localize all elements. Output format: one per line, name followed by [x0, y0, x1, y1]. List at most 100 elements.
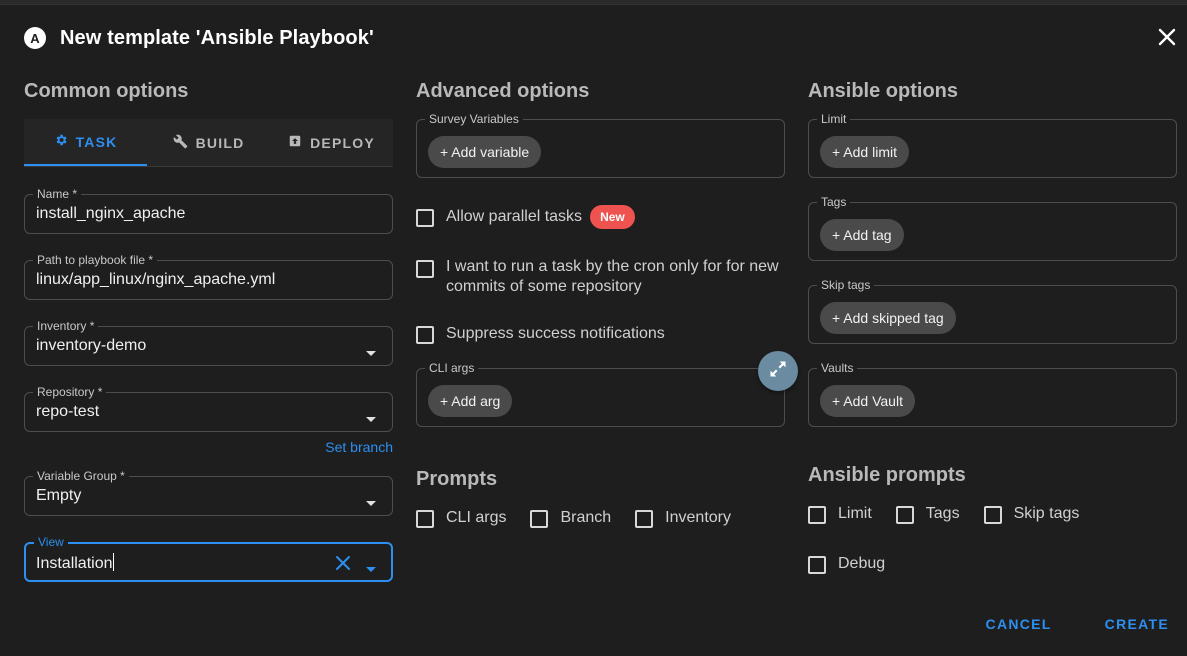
name-field-label: Name *: [33, 188, 82, 200]
cron-commits-label: I want to run a task by the cron only fo…: [446, 258, 779, 295]
prompt-cli-args-label: CLI args: [446, 509, 507, 526]
create-button[interactable]: CREATE: [1095, 606, 1179, 642]
view-value: Installation: [36, 553, 114, 572]
prompt-limit-checkbox[interactable]: Limit: [808, 505, 872, 524]
inventory-label: Inventory *: [33, 320, 99, 332]
gear-icon: [54, 133, 76, 150]
limit-box: Limit + Add limit: [808, 113, 1177, 178]
add-skipped-tag-button[interactable]: + Add skipped tag: [820, 302, 956, 334]
name-field[interactable]: Name * install_nginx_apache: [24, 188, 393, 234]
checkbox-icon: [416, 326, 434, 344]
advanced-options-heading: Advanced options: [416, 80, 590, 102]
new-badge: New: [590, 205, 635, 229]
skip-tags-box: Skip tags + Add skipped tag: [808, 279, 1177, 344]
clear-icon[interactable]: [335, 555, 351, 576]
checkbox-icon: [983, 506, 1002, 524]
close-icon[interactable]: [1155, 25, 1179, 49]
dialog-title: New template 'Ansible Playbook': [60, 26, 374, 49]
ansible-options-column: Ansible options Limit + Add limit Tags +…: [808, 75, 1177, 574]
dialog-header: A New template 'Ansible Playbook': [24, 23, 374, 53]
name-field-value: install_nginx_apache: [36, 205, 186, 222]
cron-commits-checkbox[interactable]: I want to run a task by the cron only fo…: [416, 257, 785, 297]
prompt-inventory-checkbox[interactable]: Inventory: [635, 509, 731, 528]
tab-task[interactable]: TASK: [24, 119, 147, 166]
suppress-notifications-label: Suppress success notifications: [446, 325, 665, 342]
survey-variables-label: Survey Variables: [425, 113, 523, 125]
checkbox-icon: [808, 506, 826, 524]
caret-down-icon[interactable]: [366, 560, 376, 578]
cli-args-box: CLI args + Add arg: [416, 362, 785, 427]
add-vault-button[interactable]: + Add Vault: [820, 385, 915, 417]
checkbox-icon: [895, 506, 914, 524]
tab-deploy[interactable]: DEPLOY: [270, 119, 393, 166]
skip-tags-label: Skip tags: [817, 279, 875, 291]
checkbox-icon: [416, 260, 434, 278]
wrench-icon: [173, 134, 196, 152]
ansible-prompts-heading: Ansible prompts: [808, 464, 966, 486]
variable-group-label: Variable Group *: [33, 470, 129, 482]
prompt-skip-tags-checkbox[interactable]: Skip tags: [983, 505, 1080, 524]
playbook-path-value: linux/app_linux/nginx_apache.yml: [36, 271, 276, 288]
inventory-select[interactable]: Inventory * inventory-demo: [24, 320, 393, 366]
tags-label: Tags: [817, 196, 851, 208]
tab-build-label: BUILD: [195, 134, 245, 151]
survey-variables-box: Survey Variables + Add variable: [416, 113, 785, 178]
allow-parallel-label: Allow parallel tasks: [446, 208, 583, 225]
checkbox-icon: [808, 556, 826, 574]
cli-args-label: CLI args: [425, 362, 479, 374]
prompt-debug-checkbox[interactable]: Debug: [808, 555, 885, 574]
add-arg-button[interactable]: + Add arg: [428, 385, 513, 417]
checkbox-icon: [416, 510, 434, 528]
checkbox-icon: [635, 510, 654, 528]
caret-down-icon: [366, 344, 376, 362]
tab-build[interactable]: BUILD: [147, 119, 270, 166]
repository-label: Repository *: [33, 386, 107, 398]
tags-box: Tags + Add tag: [808, 196, 1177, 261]
vaults-label: Vaults: [817, 362, 858, 374]
ansible-options-heading: Ansible options: [808, 80, 958, 102]
dialog-actions: CANCEL CREATE: [943, 606, 1179, 642]
upload-box-icon: [288, 134, 310, 151]
caret-down-icon: [366, 410, 376, 428]
prompt-cli-args-checkbox[interactable]: CLI args: [416, 509, 506, 528]
tab-task-label: TASK: [75, 133, 118, 150]
new-template-dialog: A New template 'Ansible Playbook' Common…: [0, 4, 1187, 656]
prompt-tags-checkbox[interactable]: Tags: [895, 505, 960, 524]
common-options-heading: Common options: [24, 80, 189, 102]
common-options-column: Common options TASK BUILD DEPLOY Name * …: [24, 75, 393, 582]
playbook-path-field[interactable]: Path to playbook file * linux/app_linux/…: [24, 254, 393, 300]
view-select[interactable]: View Installation: [24, 536, 393, 582]
ansible-prompts-row-2: Debug: [808, 555, 1177, 574]
prompt-debug-label: Debug: [838, 555, 886, 572]
add-variable-button[interactable]: + Add variable: [428, 136, 542, 168]
limit-label: Limit: [817, 113, 851, 125]
checkbox-icon: [416, 209, 434, 227]
option-tabs: TASK BUILD DEPLOY: [24, 119, 393, 167]
add-tag-button[interactable]: + Add tag: [820, 219, 904, 251]
inventory-value: inventory-demo: [36, 337, 147, 354]
prompt-inventory-label: Inventory: [665, 509, 731, 526]
prompts-heading: Prompts: [416, 468, 498, 490]
prompts-checkboxes: CLI args Branch Inventory: [416, 509, 785, 528]
prompt-limit-label: Limit: [838, 505, 872, 522]
suppress-notifications-checkbox[interactable]: Suppress success notifications: [416, 325, 785, 344]
repository-select[interactable]: Repository * repo-test: [24, 386, 393, 432]
ansible-prompts-row-1: Limit Tags Skip tags: [808, 505, 1177, 524]
repository-value: repo-test: [36, 403, 100, 420]
prompt-skip-tags-label: Skip tags: [1013, 505, 1080, 522]
set-branch-link[interactable]: Set branch: [24, 439, 393, 455]
tab-deploy-label: DEPLOY: [310, 134, 375, 151]
caret-down-icon: [366, 494, 376, 512]
cancel-button[interactable]: CANCEL: [976, 606, 1062, 642]
expand-button[interactable]: [758, 351, 798, 391]
checkbox-icon: [530, 510, 549, 528]
allow-parallel-checkbox[interactable]: Allow parallel tasks New: [416, 205, 785, 229]
vaults-box: Vaults + Add Vault: [808, 362, 1177, 427]
view-label: View: [34, 536, 68, 548]
variable-group-value: Empty: [36, 487, 82, 504]
expand-arrows-icon: [768, 359, 788, 384]
prompt-branch-checkbox[interactable]: Branch: [530, 509, 611, 528]
ansible-logo-icon: A: [24, 27, 46, 49]
add-limit-button[interactable]: + Add limit: [820, 136, 909, 168]
variable-group-select[interactable]: Variable Group * Empty: [24, 470, 393, 516]
